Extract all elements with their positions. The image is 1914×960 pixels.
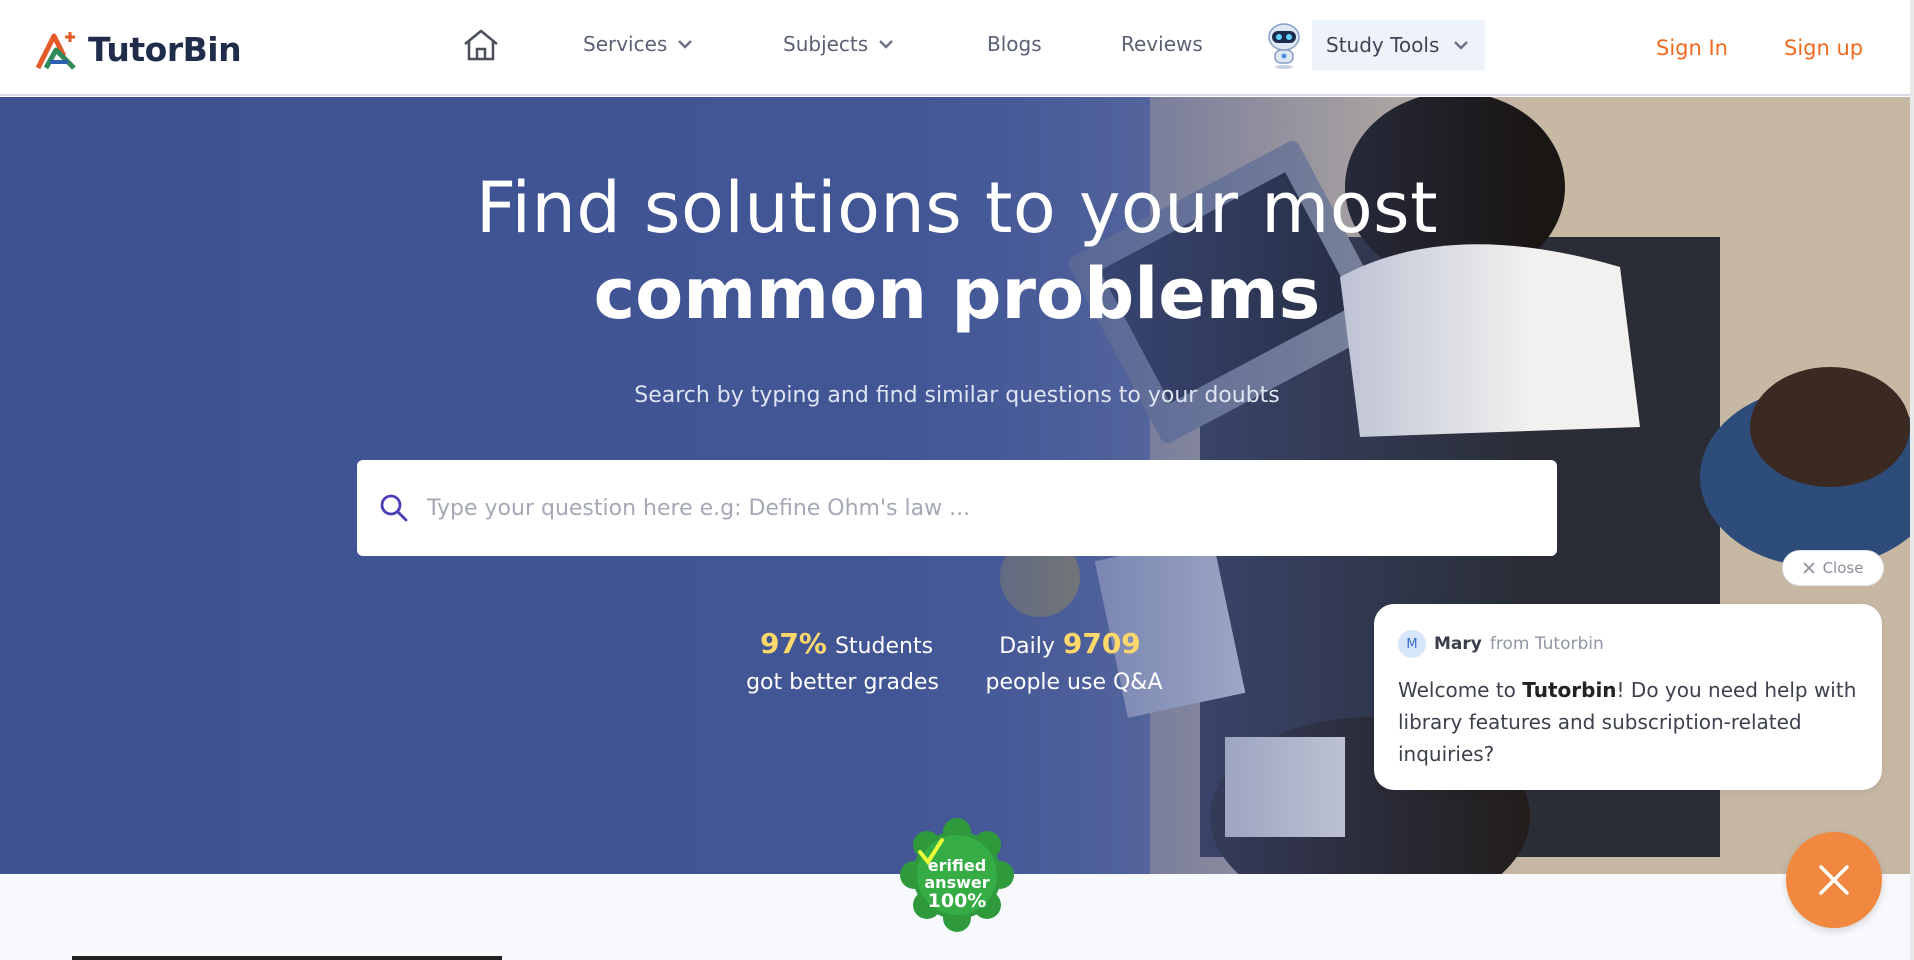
sign-up-link[interactable]: Sign up (1784, 36, 1863, 60)
avatar: M (1398, 630, 1426, 658)
stat-grades-value: 97% (759, 627, 827, 660)
stat-daily-users: Daily 9709 people use Q&A (978, 627, 1170, 695)
nav-subjects-label: Subjects (783, 32, 869, 56)
logo-mark-icon (35, 32, 76, 70)
stat-grades-label: Students (834, 634, 934, 659)
brand-logo[interactable]: TutorBin (34, 28, 242, 70)
close-icon (1802, 562, 1815, 574)
section-divider (72, 956, 502, 960)
home-icon[interactable] (462, 28, 500, 62)
hero-subtitle: Search by typing and find similar questi… (634, 383, 1280, 408)
sign-in-link[interactable]: Sign In (1656, 36, 1728, 60)
chevron-down-icon (879, 40, 894, 49)
stat-grades: 97% Students got better grades (740, 627, 945, 695)
search-icon[interactable] (379, 493, 409, 523)
hero-title-line1: Find solutions to your most (475, 167, 1439, 249)
verified-answer-badge: erified answer 100% (898, 816, 1016, 934)
chat-message-brand: Tutorbin (1522, 678, 1617, 702)
nav-services-label: Services (583, 32, 668, 56)
chat-close-label: Close (1822, 559, 1864, 577)
hero-title-line2: common problems (593, 253, 1321, 335)
stat-daily-value: 9709 (1062, 627, 1141, 660)
chat-message-pre: Welcome to (1398, 678, 1523, 702)
scrollbar[interactable] (1910, 0, 1914, 960)
study-tools-button[interactable]: Study Tools (1312, 20, 1486, 70)
study-tools-menu[interactable]: Study Tools (1262, 20, 1486, 70)
chat-message: Welcome to Tutorbin! Do you need help wi… (1398, 674, 1858, 770)
chevron-down-icon (1454, 41, 1469, 50)
nav-reviews-label: Reviews (1121, 32, 1203, 56)
nav-blogs-label: Blogs (987, 32, 1042, 56)
stat-daily-caption: people use Q&A (985, 670, 1163, 695)
badge-text: erified answer 100% (898, 816, 1016, 934)
chat-toggle-button[interactable] (1786, 832, 1882, 928)
chat-agent-from: from Tutorbin (1489, 634, 1604, 654)
stat-daily-prefix: Daily (999, 634, 1055, 659)
chat-close-button[interactable]: Close (1782, 550, 1884, 586)
study-tools-label: Study Tools (1326, 33, 1440, 57)
badge-line3: 100% (927, 890, 987, 912)
chat-header: M Mary from Tutorbin (1398, 630, 1858, 658)
nav-services[interactable]: Services (583, 32, 693, 56)
stat-grades-caption: got better grades (746, 670, 939, 695)
brand-name: TutorBin (88, 29, 242, 69)
chat-popup[interactable]: M Mary from Tutorbin Welcome to Tutorbin… (1374, 604, 1882, 790)
top-navbar: TutorBin Services Subjects Blogs Reviews… (0, 0, 1914, 96)
close-icon (1819, 865, 1849, 895)
robot-icon (1268, 23, 1300, 69)
nav-blogs[interactable]: Blogs (987, 32, 1042, 56)
search-input[interactable] (427, 495, 1527, 521)
chat-agent-name: Mary (1434, 634, 1482, 654)
nav-subjects[interactable]: Subjects (783, 32, 894, 56)
chevron-down-icon (678, 40, 693, 49)
nav-reviews[interactable]: Reviews (1121, 32, 1203, 56)
search-bar[interactable] (357, 460, 1557, 556)
